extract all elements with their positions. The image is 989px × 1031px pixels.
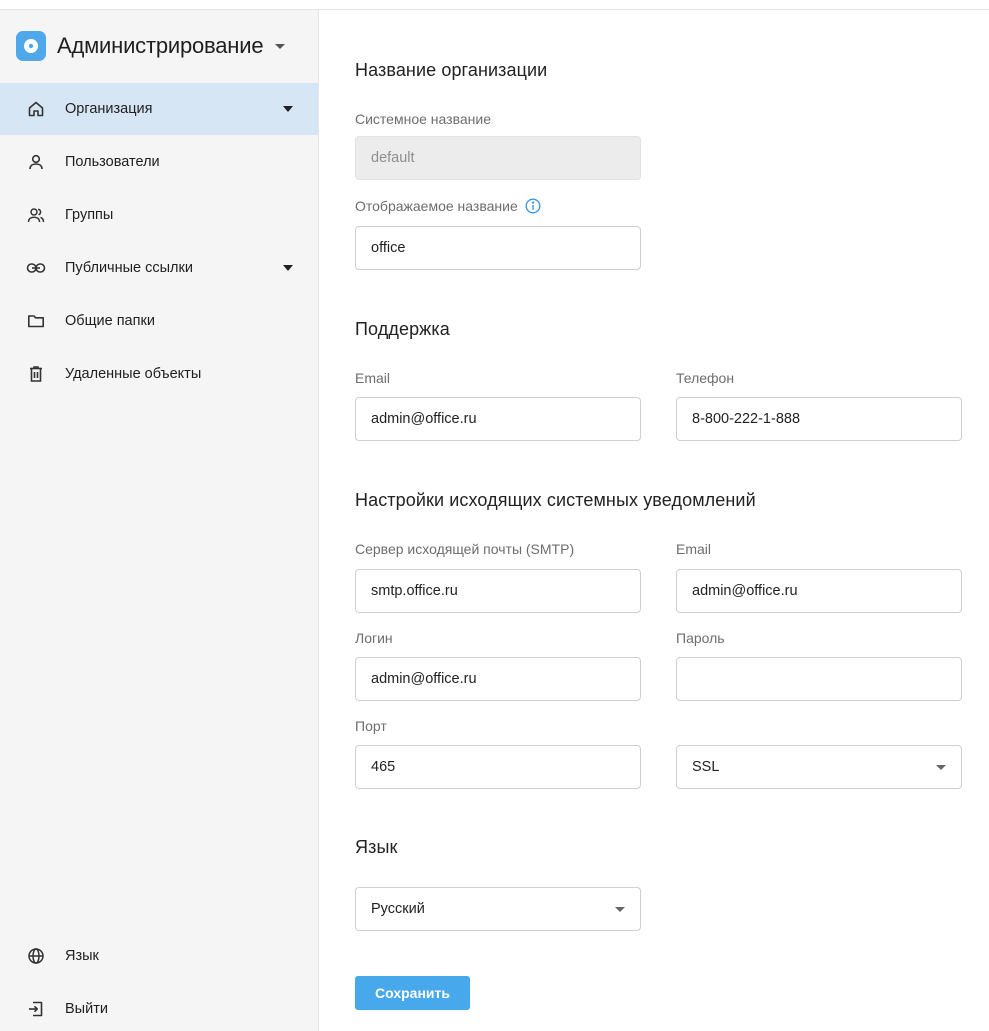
language-select-value: Русский: [371, 901, 425, 917]
system-name-field: default: [355, 136, 641, 180]
sidebar-item-label: Общие папки: [65, 313, 155, 329]
language-select[interactable]: Русский: [355, 887, 641, 931]
notify-email-field[interactable]: admin@office.ru: [676, 569, 962, 613]
logout-icon: [26, 999, 46, 1019]
smtp-server-field[interactable]: smtp.office.ru: [355, 569, 641, 613]
sidebar-item-label: Группы: [65, 207, 114, 223]
chevron-down-icon: [275, 43, 286, 49]
app-title: Администрирование: [57, 33, 264, 58]
sidebar-item-label: Выйти: [65, 1001, 108, 1017]
chevron-down-icon: [615, 907, 625, 912]
port-label: Порт: [355, 718, 387, 734]
admin-menu-switcher[interactable]: Администрирование: [16, 30, 286, 62]
display-name-field[interactable]: office: [355, 226, 641, 270]
sidebar-item-logout[interactable]: Выйти: [0, 983, 318, 1031]
sidebar-item-shared-folders[interactable]: Общие папки: [0, 295, 318, 347]
sidebar-item-users[interactable]: Пользователи: [0, 136, 318, 188]
chevron-down-icon: [936, 765, 946, 770]
password-field[interactable]: [676, 657, 962, 701]
group-icon: [26, 205, 46, 225]
sidebar-item-language[interactable]: Язык: [0, 930, 318, 982]
sidebar-item-groups[interactable]: Группы: [0, 189, 318, 241]
save-button[interactable]: Сохранить: [355, 976, 470, 1010]
chevron-down-icon[interactable]: [283, 265, 293, 271]
folder-icon: [26, 311, 46, 331]
support-section-title: Поддержка: [355, 319, 450, 339]
notify-email-label: Email: [676, 541, 712, 557]
display-name-label: Отображаемое название: [355, 198, 518, 214]
sidebar: Администрирование Организация Пользовате…: [0, 10, 319, 1031]
globe-icon: [26, 946, 46, 966]
link-icon: [26, 258, 46, 278]
display-name-label-row: Отображаемое название: [355, 198, 541, 214]
support-phone-label: Телефон: [676, 370, 735, 386]
sidebar-item-label: Публичные ссылки: [65, 260, 193, 276]
support-email-field[interactable]: admin@office.ru: [355, 397, 641, 441]
trash-icon: [26, 364, 46, 384]
sidebar-item-label: Организация: [65, 101, 153, 117]
support-phone-field[interactable]: 8-800-222-1-888: [676, 397, 962, 441]
sidebar-item-label: Пользователи: [65, 154, 160, 170]
security-select-value: SSL: [692, 759, 720, 775]
chevron-down-icon[interactable]: [283, 106, 293, 112]
password-label: Пароль: [676, 630, 725, 646]
sidebar-item-public-links[interactable]: Публичные ссылки: [0, 242, 318, 294]
system-name-label: Системное название: [355, 111, 491, 127]
login-label: Логин: [355, 630, 393, 646]
login-field[interactable]: admin@office.ru: [355, 657, 641, 701]
sidebar-item-label: Удаленные объекты: [65, 366, 202, 382]
language-section-title: Язык: [355, 837, 398, 857]
port-field[interactable]: 465: [355, 745, 641, 789]
home-icon: [26, 99, 46, 119]
info-icon[interactable]: [525, 198, 541, 214]
user-icon: [26, 152, 46, 172]
sidebar-item-deleted-objects[interactable]: Удаленные объекты: [0, 348, 318, 400]
sidebar-item-label: Язык: [65, 948, 99, 964]
org-section-title: Название организации: [355, 60, 548, 80]
notifications-section-title: Настройки исходящих системных уведомлени…: [355, 490, 756, 510]
app-logo-icon: [16, 31, 46, 61]
sidebar-item-organization[interactable]: Организация: [0, 83, 318, 135]
smtp-server-label: Сервер исходящей почты (SMTP): [355, 541, 575, 557]
security-select[interactable]: SSL: [676, 745, 962, 789]
support-email-label: Email: [355, 370, 391, 386]
